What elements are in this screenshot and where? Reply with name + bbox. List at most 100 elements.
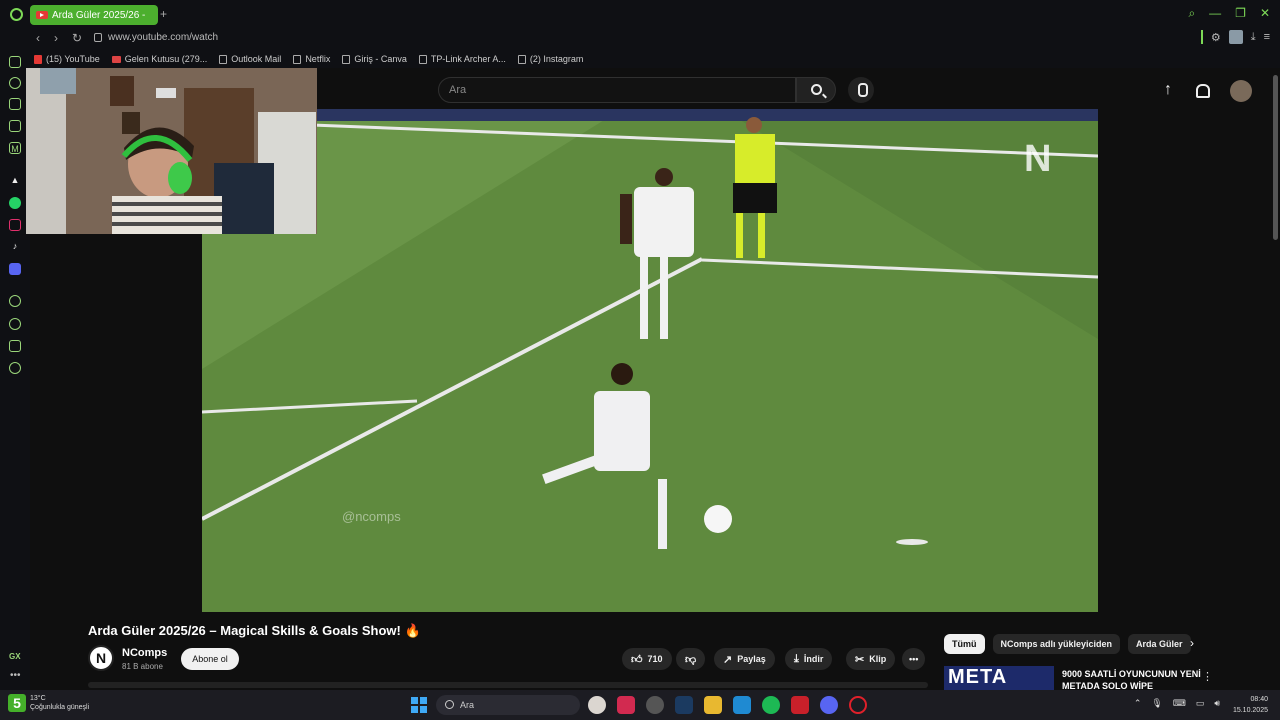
sidebar-more-icon[interactable]: ••• [10,670,21,681]
weather-badge: 5 [8,694,26,712]
microphone-icon[interactable]: 🎙︎ [1151,698,1162,709]
search-tabs-icon[interactable]: ⌕ [1188,6,1195,21]
download-label: İndir [803,654,824,664]
taskbar-clock[interactable]: 08:40 15.10.2025 [1233,694,1268,716]
chevron-right-icon[interactable]: › [1190,636,1194,650]
keyboard-icon[interactable]: ⌨ [1173,698,1186,709]
vscode-icon[interactable] [733,696,751,714]
player-icon[interactable] [9,295,21,307]
bookmark-youtube[interactable]: (15) YouTube [34,54,100,64]
page-scrollbar[interactable] [1273,75,1278,240]
dislike-button[interactable]: 👎︎ [676,648,706,670]
suggested-video-title[interactable]: 9000 SAATLİ OYUNCUNUN YENİ METADA SOLO W… [1062,668,1212,692]
share-button[interactable]: ↗ Paylaş [714,648,775,670]
address-bar-tools: ⚙ ⤓ ≡ [1200,30,1270,44]
arc-icon[interactable]: ▲ [9,174,21,186]
history-icon[interactable] [9,318,21,330]
chrome-icon[interactable] [588,696,606,714]
top-right-icons [1162,80,1252,102]
weather-widget[interactable]: 5 13°C Çoğunlukla güneşli [8,694,89,712]
menu-icon[interactable]: ≡ [1264,31,1270,43]
chip-all[interactable]: Tümü [944,634,985,654]
extensions-icon[interactable]: ⚙ [1211,31,1221,44]
spotify-icon[interactable] [762,696,780,714]
window-controls: ⌕ — ❐ ✕ [1188,6,1270,21]
obs-icon[interactable] [646,696,664,714]
file-explorer-icon[interactable] [704,696,722,714]
twitch-icon[interactable] [9,98,21,110]
discord-icon[interactable] [820,696,838,714]
like-button[interactable]: 👍︎ 710 [622,648,672,670]
browser-tab-active[interactable]: Arda Güler 2025/26 - [30,5,158,25]
bookmark-netflix[interactable]: Netflix [293,54,330,64]
channel-name[interactable]: NComps [122,647,167,659]
video-player[interactable]: N @ncomps [202,109,1098,612]
back-button[interactable]: ‹ [36,31,40,45]
channel-avatar[interactable] [88,645,114,671]
tray-chevron-icon[interactable]: ⌃ [1134,698,1142,709]
minimize-button[interactable]: — [1209,6,1221,21]
bookmark-label: (2) Instagram [529,54,584,64]
download-icon[interactable]: ⤓ [1251,31,1256,44]
bookmark-canva[interactable]: Giriş - Canva [342,54,407,64]
gamepad-icon[interactable] [9,56,21,68]
search-button[interactable] [796,77,836,103]
settings-icon[interactable] [9,362,21,374]
download-button[interactable]: ⤓ İndir [785,648,833,670]
windows-start-icon[interactable] [411,697,427,713]
more-actions-button[interactable]: ••• [902,648,926,670]
bookmark-instagram[interactable]: (2) Instagram [517,54,584,64]
volume-icon[interactable]: 🔊︎ [1214,698,1220,709]
reload-button[interactable]: ↻ [72,31,82,45]
taskbar-search[interactable]: Ara [436,695,580,715]
refresh-icon[interactable] [9,77,21,89]
whatsapp-icon[interactable] [9,197,21,209]
voice-search-icon[interactable] [848,77,874,103]
clip-label: Klip [869,654,887,664]
gx-control-icon[interactable]: GX [9,652,21,661]
account-avatar[interactable] [1230,80,1252,102]
steam-icon[interactable] [675,696,693,714]
url-field[interactable]: www.youtube.com/watch [94,32,218,43]
new-tab-button[interactable]: + [160,7,167,21]
tiktok-icon[interactable]: ♪ [9,240,21,252]
bookmark-label: (15) YouTube [46,54,100,64]
bookmark-gmail[interactable]: Gelen Kutusu (279... [111,54,207,64]
weather-desc: Çoğunlukla güneşli [30,704,90,711]
video-title: Arda Güler 2025/26 – Magical Skills & Go… [88,623,421,638]
profile-icon[interactable] [1228,30,1243,44]
messenger-icon[interactable]: M [9,142,21,154]
thumbs-down-icon: 👎︎ [685,653,697,666]
chip-uploader[interactable]: NComps adlı yükleyiciden [992,634,1121,654]
bookmark-tplink[interactable]: TP-Link Archer A... [418,54,506,64]
discord-icon[interactable] [9,263,21,275]
subscribe-button[interactable]: Abone ol [181,648,239,670]
extensions-sidebar-icon[interactable] [9,340,21,352]
notifications-bell-icon[interactable] [1196,84,1210,98]
kebab-menu-icon[interactable]: ⋮ [1202,670,1213,683]
search-input[interactable]: Ara [438,77,796,103]
description-box-edge [88,682,928,688]
bookmarks-bar: (15) YouTube Gelen Kutusu (279... Outloo… [30,50,1280,68]
chip-arda-guler[interactable]: Arda Güler [1128,634,1191,654]
page-icon [342,54,351,64]
close-button[interactable]: ✕ [1260,6,1270,21]
webcam-overlay [26,68,317,234]
bookmark-label: Outlook Mail [231,54,282,64]
opera-gx-icon[interactable] [849,696,867,714]
search-icon [811,84,822,95]
capcut-icon[interactable] [617,696,635,714]
instagram-icon[interactable] [9,219,21,231]
forward-button[interactable]: › [54,31,58,45]
network-icon[interactable]: ▭ [1196,698,1205,709]
bookmark-outlook[interactable]: Outlook Mail [219,54,281,64]
page-icon [219,54,228,64]
app-red-icon[interactable] [791,696,809,714]
restore-button[interactable]: ❐ [1235,6,1246,21]
suggested-video-thumbnail[interactable]: META [944,666,1054,690]
clip-button[interactable]: ✂ Klip [846,648,896,670]
create-upload-icon[interactable] [1162,81,1176,99]
notes-icon[interactable] [9,120,21,132]
youtube-icon [34,54,42,64]
opera-logo-icon[interactable] [10,8,23,21]
